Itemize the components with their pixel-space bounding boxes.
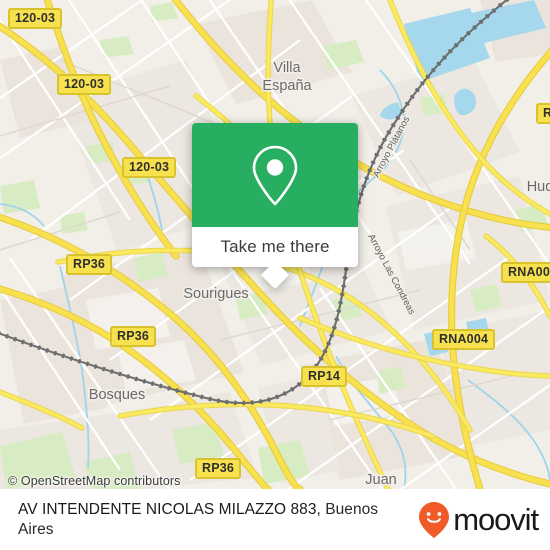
- moovit-map-page: .blk{fill:#ece7e1;} .blk2{fill:#ebe4dd;}…: [0, 0, 550, 550]
- take-me-there-label: Take me there: [220, 237, 330, 256]
- address-line: AV INTENDENTE NICOLAS MILAZZO 883, Bueno…: [18, 500, 418, 540]
- moovit-logo[interactable]: moovit: [418, 501, 539, 539]
- map-pin-icon: [252, 145, 298, 206]
- road-shield-label: RNA: [543, 106, 550, 120]
- road-shield-label: RNA004: [508, 265, 550, 279]
- callout-icon-area: [192, 123, 358, 227]
- road-shield-label: RP36: [73, 257, 106, 271]
- road-shield: RNA004: [501, 262, 550, 283]
- moovit-pin-icon: [419, 501, 450, 538]
- road-shield-label: 120-03: [129, 160, 170, 174]
- road-shield-label: RP36: [202, 461, 235, 475]
- road-shield-label: RNA004: [439, 332, 489, 346]
- road-shield: RP36: [195, 458, 242, 479]
- road-shield-label: 120-03: [15, 11, 56, 25]
- road-shield: 120-03: [8, 8, 63, 29]
- road-shield-label: RP36: [117, 329, 150, 343]
- road-shield: 120-03: [122, 157, 177, 178]
- road-shield: RNA: [536, 103, 550, 124]
- road-shield-label: 120-03: [64, 77, 105, 91]
- road-shield: RNA004: [432, 329, 496, 350]
- moovit-wordmark: moovit: [453, 502, 539, 537]
- osm-attribution: © OpenStreetMap contributors: [8, 474, 181, 488]
- map-canvas[interactable]: .blk{fill:#ece7e1;} .blk2{fill:#ebe4dd;}…: [0, 0, 550, 489]
- take-me-there-callout[interactable]: Take me there: [192, 123, 358, 290]
- road-shield: 120-03: [57, 74, 112, 95]
- address-street: AV INTENDENTE NICOLAS MILAZZO 883,: [18, 500, 326, 518]
- road-shield: RP14: [301, 366, 348, 387]
- road-shield: RP36: [110, 326, 157, 347]
- footer-bar: AV INTENDENTE NICOLAS MILAZZO 883, Bueno…: [0, 489, 550, 550]
- road-shield: RP36: [66, 254, 113, 275]
- road-shield-label: RP14: [308, 369, 341, 383]
